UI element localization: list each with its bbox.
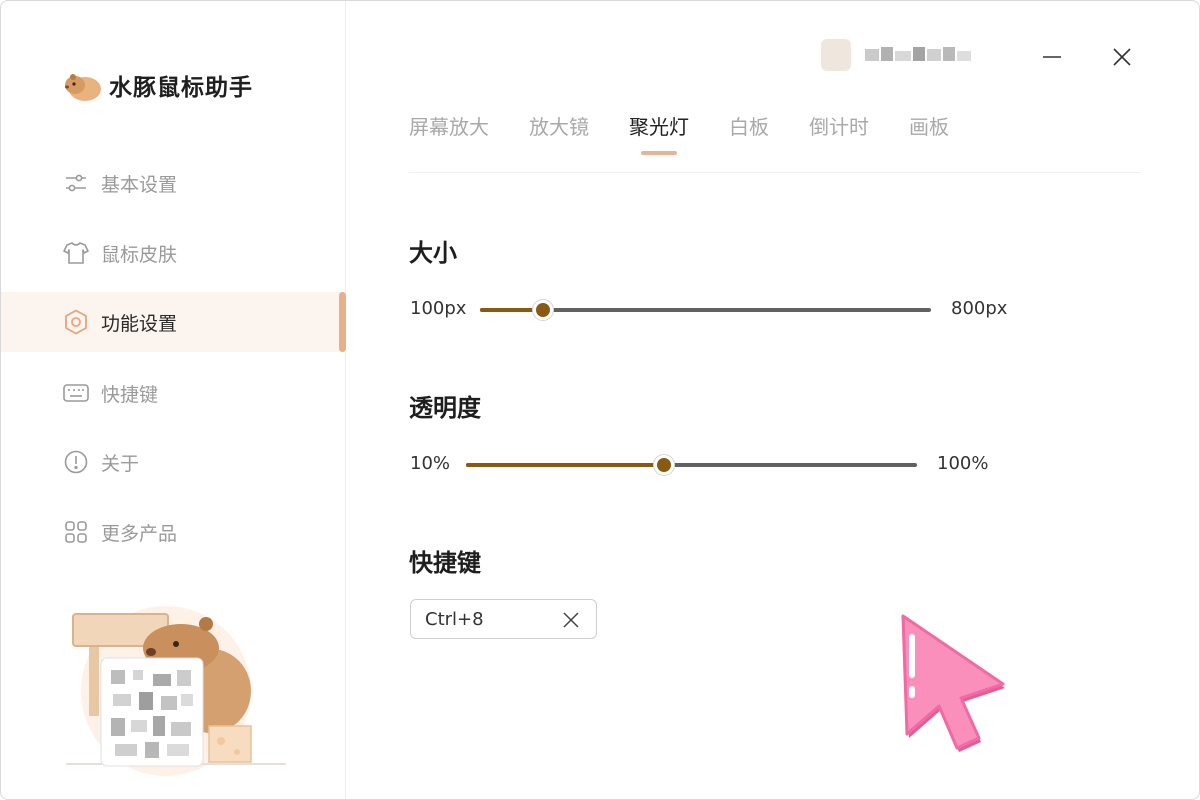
active-indicator (339, 292, 346, 352)
tab-active-underline (641, 151, 677, 155)
tab-drawing-board[interactable]: 画板 (909, 111, 949, 157)
hotkey-clear-button[interactable] (560, 609, 582, 631)
capybara-mascot-illustration (66, 606, 286, 776)
opacity-slider-fill (466, 463, 664, 467)
sidebar-item-label: 关于 (101, 452, 140, 475)
size-slider[interactable] (480, 299, 931, 321)
tab-whiteboard[interactable]: 白板 (729, 111, 769, 157)
feature-tabs: 屏幕放大 放大镜 聚光灯 白板 倒计时 画板 (409, 111, 989, 161)
minimize-button[interactable] (1036, 41, 1068, 73)
sidebar: 水豚鼠标助手 基本设置 鼠标皮肤 功能设置 快捷键 关于 更多产品 (1, 1, 346, 799)
sidebar-item-mouse-skin[interactable]: 鼠标皮肤 (1, 223, 346, 283)
sidebar-item-label: 功能设置 (101, 312, 178, 335)
sidebar-item-basic-settings[interactable]: 基本设置 (1, 153, 346, 213)
size-max-label: 800px (951, 298, 1008, 319)
brand: 水豚鼠标助手 (63, 65, 253, 105)
sidebar-item-label: 鼠标皮肤 (101, 243, 178, 266)
size-slider-thumb[interactable] (532, 299, 554, 321)
sidebar-item-hotkeys[interactable]: 快捷键 (1, 363, 346, 423)
size-section-title: 大小 (409, 239, 457, 267)
opacity-slider[interactable] (466, 454, 917, 476)
hotkey-input[interactable]: Ctrl+8 (410, 599, 597, 639)
tab-screen-zoom[interactable]: 屏幕放大 (409, 111, 489, 157)
tab-spotlight[interactable]: 聚光灯 (629, 111, 689, 157)
account-avatar-blurred[interactable] (821, 33, 981, 77)
sidebar-item-label: 更多产品 (101, 522, 178, 545)
sidebar-item-about[interactable]: 关于 (1, 432, 346, 492)
tab-spotlight-label: 聚光灯 (629, 115, 689, 139)
sidebar-item-label: 基本设置 (101, 173, 178, 196)
keyboard-icon (63, 380, 89, 406)
size-min-label: 100px (410, 298, 467, 319)
tabs-divider (409, 172, 1141, 173)
close-icon (563, 612, 579, 628)
close-button[interactable] (1106, 41, 1138, 73)
tab-countdown[interactable]: 倒计时 (809, 111, 869, 157)
sliders-icon (63, 170, 89, 196)
hotkey-value: Ctrl+8 (425, 608, 484, 630)
app-window: 水豚鼠标助手 基本设置 鼠标皮肤 功能设置 快捷键 关于 更多产品 屏幕放大 放… (0, 0, 1200, 800)
hotkey-section-title: 快捷键 (409, 549, 481, 577)
hexagon-gear-icon (63, 309, 89, 335)
info-circle-icon (63, 449, 89, 475)
minimize-icon (1043, 56, 1061, 58)
close-icon (1113, 48, 1131, 66)
shirt-icon (63, 240, 89, 266)
sidebar-item-more-products[interactable]: 更多产品 (1, 502, 346, 562)
sidebar-item-label: 快捷键 (101, 383, 159, 406)
sidebar-item-feature-settings[interactable]: 功能设置 (1, 292, 346, 352)
tab-magnifier[interactable]: 放大镜 (529, 111, 589, 157)
capybara-logo-icon (65, 74, 101, 101)
pink-cursor-illustration (901, 614, 1005, 752)
app-name: 水豚鼠标助手 (109, 75, 253, 101)
grid-icon (63, 519, 89, 545)
opacity-section-title: 透明度 (409, 394, 481, 422)
opacity-slider-thumb[interactable] (653, 454, 675, 476)
opacity-max-label: 100% (937, 453, 989, 474)
opacity-min-label: 10% (410, 453, 451, 474)
